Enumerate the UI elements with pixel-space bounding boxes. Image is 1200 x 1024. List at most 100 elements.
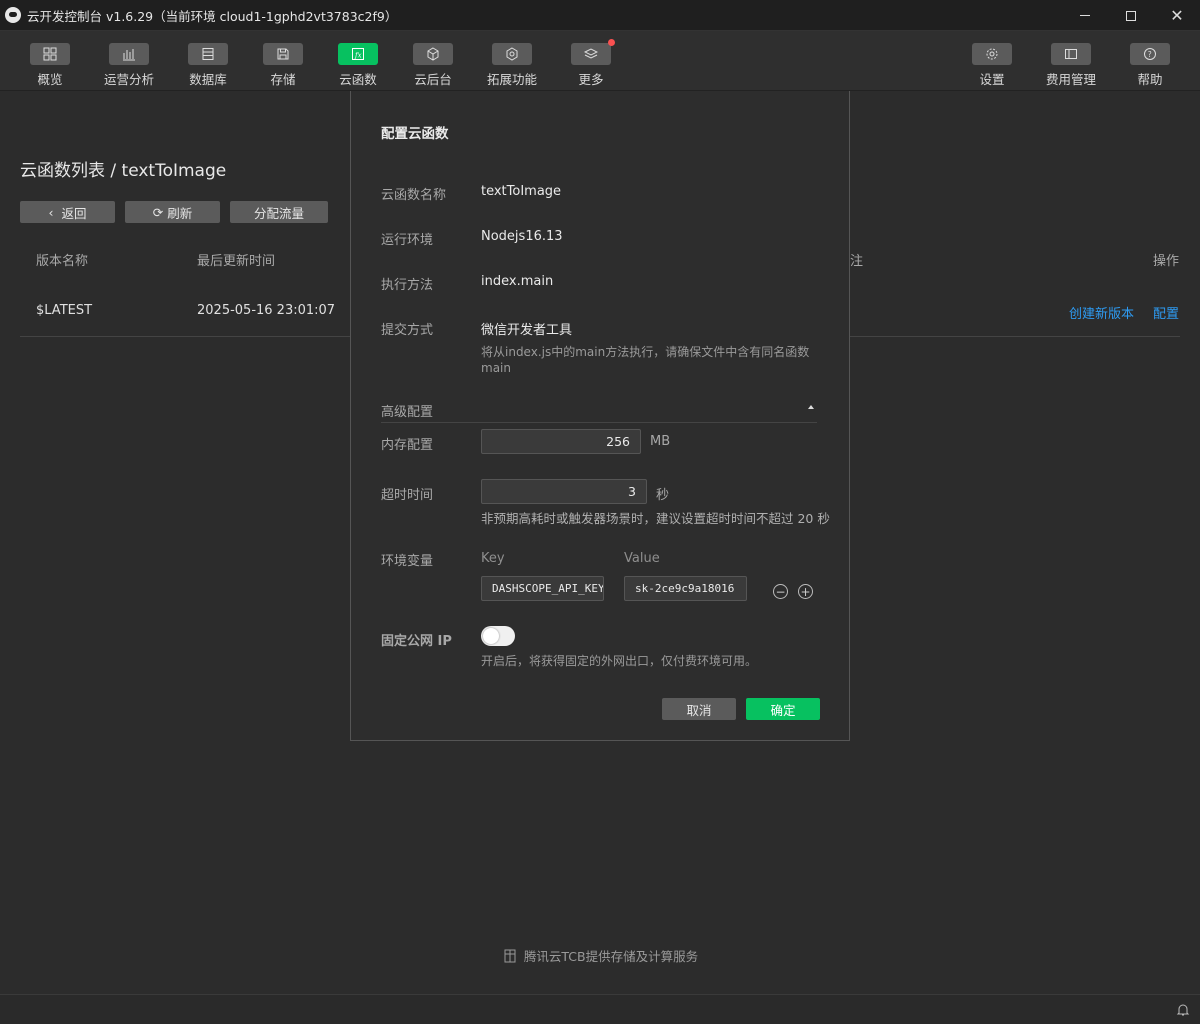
configure-link[interactable]: 配置 <box>1153 303 1179 322</box>
submit-method-value: 微信开发者工具 <box>481 323 573 338</box>
tencent-cloud-icon <box>504 949 516 962</box>
timeout-label: 超时时间 <box>381 488 434 503</box>
toggle-knob <box>483 628 499 644</box>
svg-text:fx: fx <box>354 52 362 60</box>
submit-method-label: 提交方式 <box>381 323 434 338</box>
allocate-traffic-label: 分配流量 <box>253 205 304 221</box>
bell-icon[interactable] <box>1176 1003 1190 1017</box>
env-vars-label: 环境变量 <box>381 554 434 569</box>
status-bar <box>0 994 1200 1024</box>
minus-icon: − <box>775 584 786 599</box>
configure-function-dialog: 配置云函数 云函数名称 textToImage 运行环境 Nodejs16.13… <box>350 91 850 741</box>
tool-overview[interactable]: 概览 <box>20 43 80 88</box>
create-version-link[interactable]: 创建新版本 <box>1069 303 1134 322</box>
tool-label: 云后台 <box>414 72 452 87</box>
column-updated: 最后更新时间 <box>197 254 276 269</box>
back-button-label: 返回 <box>61 205 87 221</box>
billing-icon <box>1051 43 1091 65</box>
minimize-button[interactable] <box>1062 0 1108 31</box>
tool-label: 存储 <box>270 72 296 87</box>
tool-settings[interactable]: 设置 <box>962 43 1022 88</box>
gear-icon <box>972 43 1012 65</box>
tool-label: 更多 <box>578 72 604 87</box>
runtime-value: Nodejs16.13 <box>481 229 563 244</box>
add-env-button[interactable]: + <box>798 584 813 599</box>
grid-icon <box>30 43 70 65</box>
function-icon: fx <box>338 43 378 65</box>
close-icon: ✕ <box>1170 5 1184 25</box>
env-value-input[interactable]: sk-2ce9c9a18016 <box>624 576 747 601</box>
tool-cloud-backend[interactable]: 云后台 <box>403 43 463 88</box>
tool-analytics[interactable]: 运营分析 <box>99 43 159 88</box>
database-icon <box>188 43 228 65</box>
remove-env-button[interactable]: − <box>773 584 788 599</box>
tool-extensions[interactable]: 拓展功能 <box>482 43 542 88</box>
wechat-app-icon <box>5 7 21 23</box>
fixed-ip-help: 开启后，将获得固定的外网出口，仅付费环境可用。 <box>481 654 758 668</box>
cancel-button[interactable]: 取消 <box>662 698 736 720</box>
env-value-header: Value <box>624 551 660 566</box>
env-key-input[interactable]: DASHSCOPE_API_KEY <box>481 576 604 601</box>
tool-more[interactable]: 更多 <box>561 39 621 88</box>
fixed-ip-toggle[interactable] <box>481 626 515 646</box>
tool-cloud-function[interactable]: fx 云函数 <box>328 43 388 88</box>
handler-label: 执行方法 <box>381 278 434 293</box>
tool-database[interactable]: 数据库 <box>178 43 238 88</box>
help-icon: ? <box>1130 43 1170 65</box>
timeout-help: 非预期高耗时或触发器场景时，建议设置超时时间不超过 20 秒 <box>481 511 830 526</box>
save-icon <box>263 43 303 65</box>
tool-help[interactable]: ? 帮助 <box>1120 43 1180 88</box>
timeout-input[interactable]: 3 <box>481 479 647 504</box>
title-bar: 云开发控制台 v1.6.29（当前环境 cloud1-1gphd2vt3783c… <box>0 0 1200 31</box>
confirm-button[interactable]: 确定 <box>746 698 820 720</box>
refresh-icon: ⟳ <box>152 204 164 220</box>
tool-label: 设置 <box>979 72 1005 87</box>
cube-icon <box>413 43 453 65</box>
timeout-unit: 秒 <box>656 488 670 503</box>
svg-text:?: ? <box>1148 50 1152 59</box>
footer: 腾讯云TCB提供存储及计算服务 <box>0 946 1200 965</box>
column-version: 版本名称 <box>36 254 89 269</box>
runtime-label: 运行环境 <box>381 233 434 248</box>
tool-label: 概览 <box>37 72 63 87</box>
row-updated: 2025-05-16 23:01:07 <box>197 303 336 318</box>
footer-text: 腾讯云TCB提供存储及计算服务 <box>523 949 699 964</box>
column-action: 操作 <box>1153 254 1180 269</box>
window-title: 云开发控制台 v1.6.29（当前环境 cloud1-1gphd2vt3783c… <box>27 8 398 24</box>
minimize-icon <box>1080 15 1090 16</box>
advanced-config-section[interactable]: 高级配置 <box>381 401 817 423</box>
main-toolbar: 概览 运营分析 数据库 存储 fx 云函数 云后台 拓展功能 更多 设置 费用管… <box>0 31 1200 91</box>
submit-help-line2: main <box>481 361 511 375</box>
tool-label: 费用管理 <box>1045 72 1096 87</box>
tool-billing[interactable]: 费用管理 <box>1041 43 1101 88</box>
maximize-button[interactable] <box>1108 0 1154 31</box>
advanced-config-label: 高级配置 <box>381 405 434 420</box>
handler-value: index.main <box>481 274 554 289</box>
bar-chart-icon <box>109 43 149 65</box>
chevron-left-icon: ‹ <box>48 204 54 220</box>
row-version: $LATEST <box>36 303 93 318</box>
memory-label: 内存配置 <box>381 438 434 453</box>
allocate-traffic-button[interactable]: 分配流量 <box>230 201 328 223</box>
notification-dot <box>608 39 615 46</box>
column-note: 注 <box>850 254 864 269</box>
window-controls: ✕ <box>1062 0 1200 31</box>
layers-icon <box>571 39 615 65</box>
refresh-button-label: 刷新 <box>167 205 193 221</box>
tool-label: 拓展功能 <box>486 72 537 87</box>
function-name-value: textToImage <box>481 184 562 199</box>
close-button[interactable]: ✕ <box>1154 0 1200 31</box>
function-name-label: 云函数名称 <box>381 188 447 203</box>
maximize-icon <box>1126 10 1136 21</box>
refresh-button[interactable]: ⟳ 刷新 <box>125 201 220 223</box>
tool-label: 运营分析 <box>103 72 154 87</box>
env-key-header: Key <box>481 551 505 566</box>
back-button[interactable]: ‹ 返回 <box>20 201 115 223</box>
tool-label: 帮助 <box>1137 72 1163 87</box>
memory-unit: MB <box>650 434 671 449</box>
extension-icon <box>492 43 532 65</box>
tool-storage[interactable]: 存储 <box>253 43 313 88</box>
tool-label: 数据库 <box>189 72 227 87</box>
memory-input[interactable]: 256 <box>481 429 641 454</box>
tool-label: 云函数 <box>339 72 377 87</box>
